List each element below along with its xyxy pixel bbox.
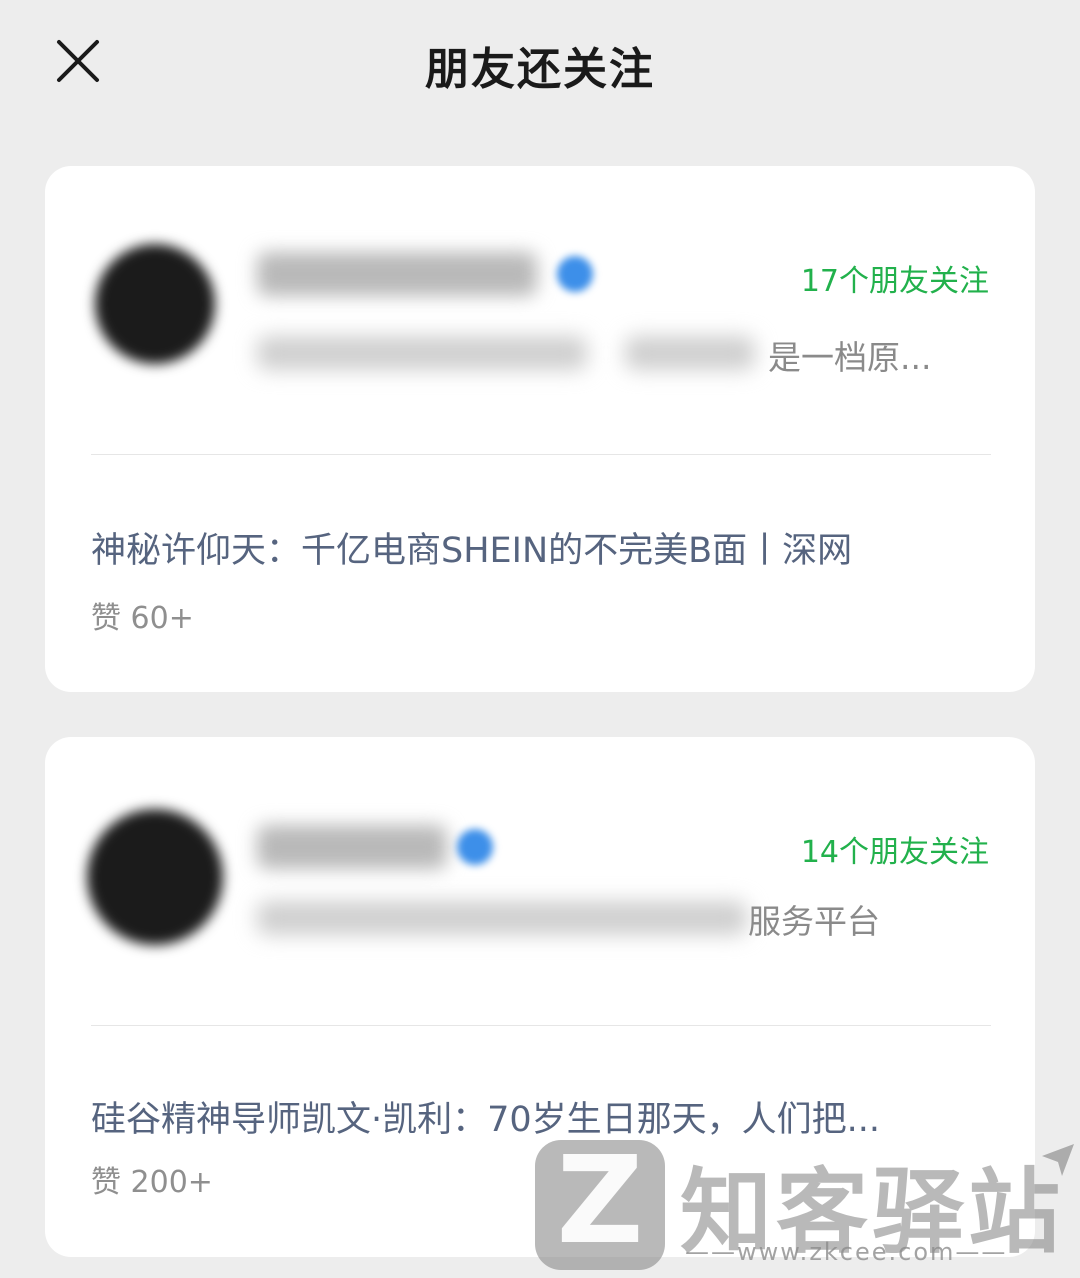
divider [91,1025,991,1026]
account-description-blurred [625,336,755,370]
account-card[interactable]: 17个朋友关注 是一档原... 神秘许仰天：千亿电商SHEIN的不完美B面丨深网… [45,166,1035,692]
likes-count: 赞 60+ [91,601,194,636]
account-name-blurred[interactable] [257,825,447,869]
account-description-blurred [257,901,747,935]
article-link[interactable]: 硅谷精神导师凯文·凯利：70岁生日那天，人们把... [91,1091,880,1142]
page-title: 朋友还关注 [425,44,655,95]
account-name-blurred[interactable] [257,252,537,296]
watermark-arrow-icon [1042,1144,1074,1176]
verified-badge-icon [557,256,593,292]
account-description-tail: 服务平台 [748,902,880,941]
header-bar: 朋友还关注 [0,0,1080,125]
account-card[interactable]: 14个朋友关注 服务平台 硅谷精神导师凯文·凯利：70岁生日那天，人们把... … [45,737,1035,1257]
article-link[interactable]: 神秘许仰天：千亿电商SHEIN的不完美B面丨深网 [91,522,852,573]
account-description-blurred [257,336,587,370]
verified-badge-icon [457,829,493,865]
account-description-tail: 是一档原... [768,338,932,377]
friends-following-count: 17个朋友关注 [800,264,989,299]
avatar[interactable] [87,809,223,945]
avatar[interactable] [95,244,215,364]
friends-following-count: 14个朋友关注 [800,835,989,870]
likes-count: 赞 200+ [91,1165,213,1200]
divider [91,454,991,455]
